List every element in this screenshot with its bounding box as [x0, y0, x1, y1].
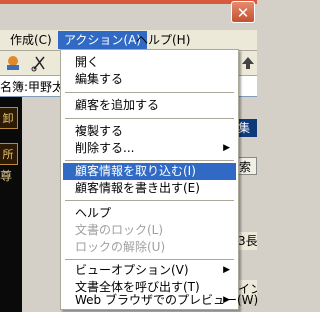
menu-item-add-customer[interactable]: 顧客を追加する [63, 97, 236, 114]
menu-item-import-customer[interactable]: 顧客情報を取り込む(I) [63, 163, 236, 180]
submenu-arrow-icon: ▶ [223, 143, 230, 153]
arrow-icon[interactable] [239, 54, 257, 72]
menu-item-duplicate[interactable]: 複製する [63, 123, 236, 140]
menu-item-label: 顧客を追加する [75, 98, 160, 112]
menu-item-export-customer[interactable]: 顧客情報を書き出す(E) [63, 180, 236, 197]
menu-help[interactable]: ヘルプ(H) [130, 31, 196, 49]
menu-item-view-options[interactable]: ビューオプション(V) ▶ [63, 262, 236, 279]
navigator-pane: 卸 所 尊 [0, 97, 22, 312]
menu-item-label: 複製する [75, 124, 124, 138]
field-label-fragment: 3長 [238, 232, 257, 250]
titlebar-strip [0, 0, 257, 4]
menu-separator [65, 259, 234, 260]
menu-item-label: 顧客情報を取り込む(I) [75, 164, 196, 178]
menu-item-delete[interactable]: 削除する... ▶ [63, 140, 236, 157]
search-button-fragment[interactable]: 索 [238, 157, 257, 175]
nav-text: 尊 [0, 169, 13, 183]
menu-item-edit[interactable]: 編集する [63, 71, 236, 88]
submenu-arrow-icon: ▶ [223, 295, 230, 305]
menu-item-lock-document: 文書のロック(L) [63, 222, 236, 239]
cut-icon[interactable] [30, 54, 48, 72]
menu-item-help[interactable]: ヘルプ [63, 205, 236, 222]
menu-item-label: ビューオプション(V) [75, 263, 189, 277]
menu-item-label: Web ブラウザでのプレビュー(W) [75, 293, 259, 307]
nav-button-2[interactable]: 所 [0, 143, 18, 165]
menu-separator [65, 92, 234, 93]
customer-name-label: 名簿:甲野太 [0, 80, 65, 94]
menu-separator [65, 118, 234, 119]
user-icon[interactable] [4, 54, 22, 72]
menu-item-label: 削除する... [75, 141, 135, 155]
menu-create[interactable]: 作成(C) [4, 31, 58, 49]
menu-item-open[interactable]: 開く [63, 54, 236, 71]
submenu-arrow-icon: ▶ [223, 265, 230, 275]
edit-tab-fragment[interactable]: 集 [238, 119, 257, 137]
menu-item-unlock: ロックの解除(U) [63, 239, 236, 256]
action-menu: 開く 編集する 顧客を追加する 複製する 削除する... ▶ 顧客情報を取り込む(… [60, 49, 258, 310]
menu-separator [65, 200, 234, 201]
menu-item-label: 顧客情報を書き出す(E) [75, 181, 200, 195]
menu-item-label: ヘルプ [75, 206, 112, 220]
nav-button-1[interactable]: 卸 [0, 107, 18, 129]
menu-separator [65, 160, 234, 161]
window-frame: ✕ [0, 0, 257, 30]
menu-item-label: ロックの解除(U) [75, 240, 166, 254]
menu-item-label: 開く [75, 55, 100, 69]
menu-item-web-preview[interactable]: Web ブラウザでのプレビュー(W) ▶ [63, 292, 258, 309]
menu-item-label: 文書のロック(L) [75, 223, 164, 237]
menu-bar: 作成(C) アクション(A) ヘルプ(H) [0, 30, 257, 51]
menu-item-label: 編集する [75, 72, 124, 86]
content-pane-edge: 集 索 3長 イン [238, 97, 257, 312]
close-button[interactable]: ✕ [231, 1, 255, 23]
